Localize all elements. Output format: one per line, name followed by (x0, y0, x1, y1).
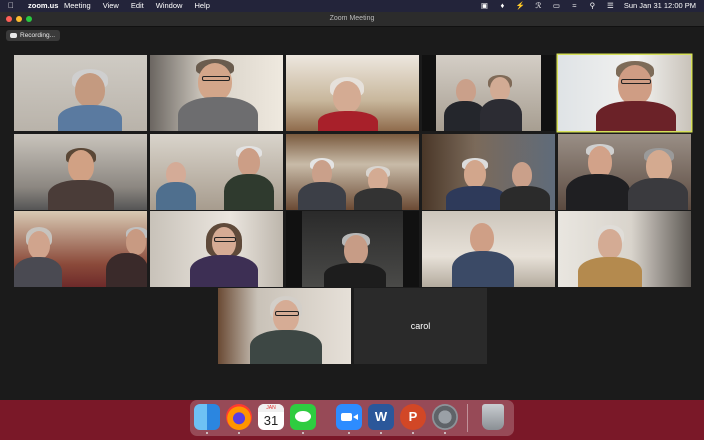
apple-icon[interactable]:  (8, 0, 14, 12)
video-tile[interactable] (286, 55, 419, 131)
messages-icon[interactable] (290, 404, 316, 430)
video-tile[interactable] (422, 211, 555, 287)
camera-icon (341, 413, 352, 421)
video-tile[interactable] (150, 55, 283, 131)
powerpoint-icon[interactable]: P (400, 404, 426, 430)
running-indicator (348, 432, 350, 434)
menu-bar-extras: ▣ ♦ ⚡ ℛ ▭ ≈ ⚲ ☰ Sun Jan 31 12:00 PM (480, 0, 696, 12)
system-preferences-icon[interactable] (432, 404, 458, 430)
dropbox-icon[interactable]: ♦ (498, 0, 507, 12)
active-speaker-tile[interactable] (558, 55, 691, 131)
video-tile[interactable] (558, 134, 691, 210)
running-indicator (412, 432, 414, 434)
macos-menu-bar:  zoom.us Meeting View Edit Window Help … (0, 0, 704, 12)
video-tile[interactable] (422, 134, 555, 210)
video-tile[interactable] (150, 134, 283, 210)
menu-edit[interactable]: Edit (131, 0, 144, 12)
calendar-icon[interactable]: JAN 31 (258, 404, 284, 430)
macos-dock: JAN 31 W P (190, 400, 514, 436)
video-tile[interactable] (218, 288, 351, 364)
cloud-record-icon (10, 33, 17, 38)
menu-window[interactable]: Window (156, 0, 183, 12)
firefox-icon[interactable] (226, 404, 252, 430)
menu-meeting[interactable]: Meeting (64, 0, 91, 12)
running-indicator (444, 432, 446, 434)
video-tile[interactable] (422, 55, 555, 131)
calendar-month: JAN (258, 404, 284, 412)
clock[interactable]: Sun Jan 31 12:00 PM (624, 0, 696, 12)
menu-list: Meeting View Edit Window Help (64, 0, 210, 12)
wifi-icon[interactable]: ≈ (570, 0, 579, 12)
title-bar: Zoom Meeting (0, 12, 704, 27)
zoom-status-icon[interactable]: ▣ (480, 0, 489, 12)
battery-icon[interactable]: ▭ (552, 0, 561, 12)
running-indicator (206, 432, 208, 434)
menu-view[interactable]: View (103, 0, 119, 12)
video-tile[interactable] (14, 134, 147, 210)
video-off-tile[interactable]: carol (354, 288, 487, 364)
participant-name: carol (410, 321, 431, 331)
control-center-icon[interactable]: ☰ (606, 0, 615, 12)
camera-lens-icon (353, 414, 358, 420)
dock-separator (467, 404, 468, 432)
finder-icon[interactable] (194, 404, 220, 430)
recording-label: Recording... (20, 32, 56, 39)
video-tile[interactable] (286, 211, 419, 287)
video-tile[interactable] (150, 211, 283, 287)
word-icon[interactable]: W (368, 404, 394, 430)
bolt-icon[interactable]: ⚡ (516, 0, 525, 12)
running-indicator (238, 432, 240, 434)
video-tile[interactable] (558, 211, 691, 287)
running-indicator (380, 432, 382, 434)
calendar-day: 31 (263, 413, 279, 428)
app-menu-zoom[interactable]: zoom.us (28, 0, 58, 12)
video-tile[interactable] (286, 134, 419, 210)
zoom-window: Zoom Meeting Recording... carol (0, 12, 704, 400)
running-indicator (302, 432, 304, 434)
window-title: Zoom Meeting (329, 15, 375, 22)
bluetooth-icon[interactable]: ℛ (534, 0, 543, 12)
recording-indicator[interactable]: Recording... (6, 30, 61, 41)
video-tile[interactable] (14, 211, 147, 287)
speech-bubble-icon (295, 411, 311, 422)
zoom-icon[interactable] (336, 404, 362, 430)
trash-icon[interactable] (482, 404, 504, 430)
search-icon[interactable]: ⚲ (588, 0, 597, 12)
menu-help[interactable]: Help (194, 0, 209, 12)
video-tile[interactable] (14, 55, 147, 131)
